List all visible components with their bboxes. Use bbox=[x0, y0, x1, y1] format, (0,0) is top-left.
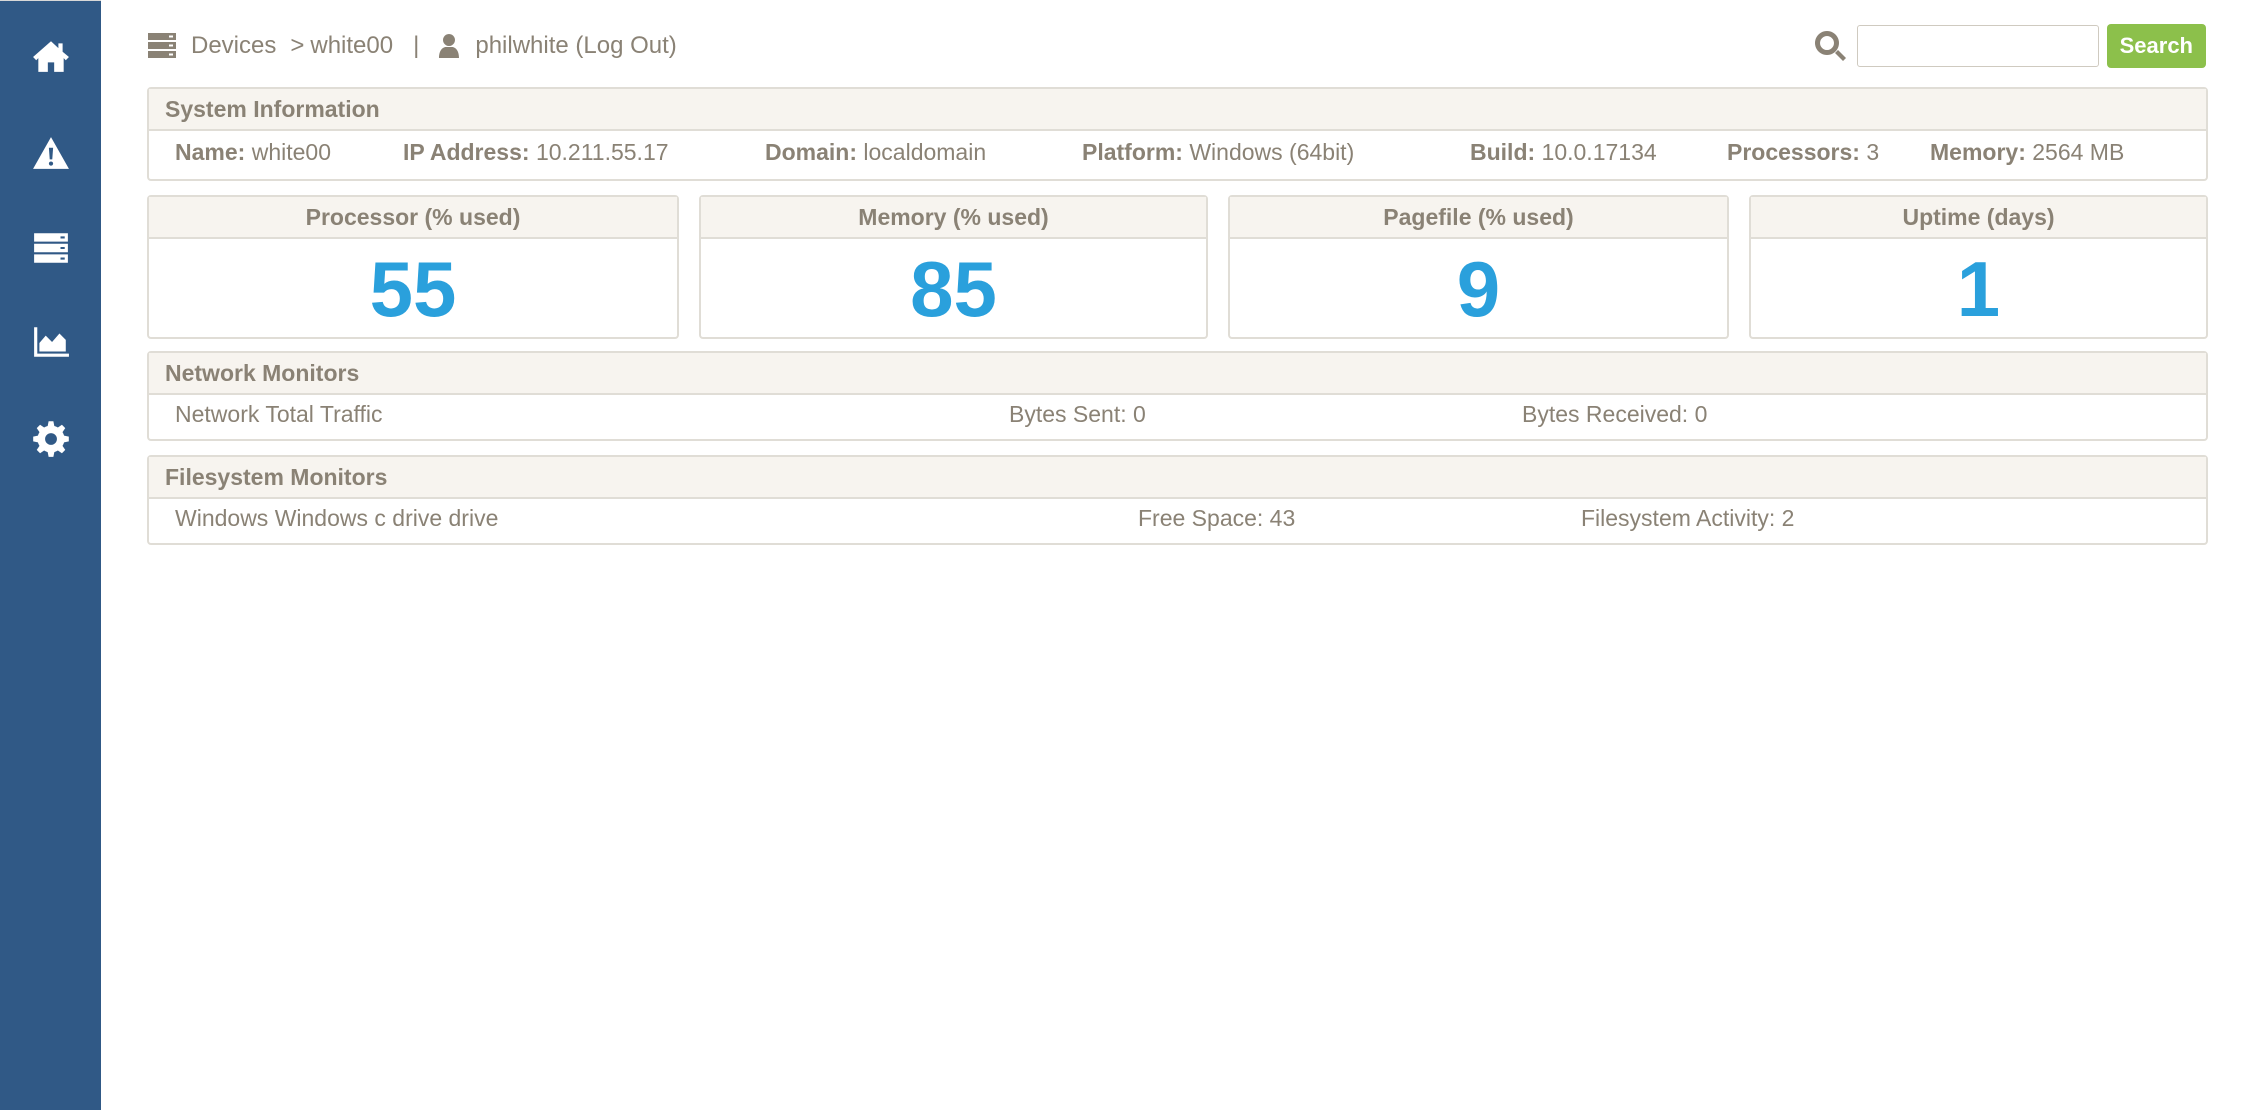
user-icon bbox=[437, 33, 461, 59]
network-bytes-sent: Bytes Sent: 0 bbox=[1009, 401, 1146, 427]
nav-settings[interactable] bbox=[0, 404, 101, 474]
system-ip-address: IP Address: 10.211.55.17 bbox=[403, 139, 669, 165]
sidebar bbox=[0, 0, 101, 1110]
processor-value: 55 bbox=[369, 245, 457, 333]
nav-devices[interactable] bbox=[0, 213, 101, 283]
pagefile-card: Pagefile (% used) 9 bbox=[1228, 195, 1729, 339]
nav-alerts[interactable] bbox=[0, 118, 101, 188]
filesystem-activity: Filesystem Activity: 2 bbox=[1581, 505, 1795, 531]
network-monitors-panel: Network Monitors Network Total Traffic B… bbox=[147, 351, 2208, 441]
nav-home[interactable] bbox=[0, 21, 101, 91]
network-monitor-row[interactable]: Network Total Traffic Bytes Sent: 0 Byte… bbox=[149, 395, 2206, 439]
breadcrumb-devices-link[interactable]: Devices bbox=[191, 32, 276, 60]
gear-icon bbox=[32, 421, 69, 457]
search-input[interactable] bbox=[1856, 25, 2099, 67]
system-information-body: Name: white00 IP Address: 10.211.55.17 D… bbox=[149, 131, 2206, 175]
uptime-value: 1 bbox=[1956, 245, 2001, 333]
system-platform: Platform: Windows (64bit) bbox=[1082, 139, 1355, 165]
system-name: Name: white00 bbox=[175, 139, 331, 165]
breadcrumb-device: white00 bbox=[310, 32, 394, 59]
search-icon bbox=[1813, 29, 1847, 63]
network-monitor-name: Network Total Traffic bbox=[175, 401, 383, 427]
alert-icon bbox=[32, 137, 69, 169]
memory-card: Memory (% used) 85 bbox=[699, 195, 1208, 339]
filesystem-monitors-title: Filesystem Monitors bbox=[149, 457, 2206, 499]
system-memory: Memory: 2564 MB bbox=[1930, 139, 2125, 165]
server-icon bbox=[147, 32, 177, 60]
filesystem-monitor-row[interactable]: Windows Windows c drive drive Free Space… bbox=[149, 499, 2206, 543]
uptime-card: Uptime (days) 1 bbox=[1749, 195, 2208, 339]
breadcrumb-separator: > bbox=[290, 32, 305, 59]
system-information-panel: System Information Name: white00 IP Addr… bbox=[147, 87, 2208, 181]
chart-icon bbox=[33, 327, 69, 357]
memory-card-title: Memory (% used) bbox=[701, 197, 1206, 239]
network-monitors-title: Network Monitors bbox=[149, 353, 2206, 395]
nav-reports[interactable] bbox=[0, 307, 101, 377]
breadcrumb-divider: | bbox=[413, 32, 420, 59]
uptime-card-title: Uptime (days) bbox=[1751, 197, 2206, 239]
pagefile-value: 9 bbox=[1456, 245, 1501, 333]
search-bar: Search bbox=[1813, 24, 2206, 68]
system-processors: Processors: 3 bbox=[1727, 139, 1880, 165]
pagefile-card-title: Pagefile (% used) bbox=[1230, 197, 1727, 239]
filesystem-free-space: Free Space: 43 bbox=[1138, 505, 1296, 531]
processor-card-title: Processor (% used) bbox=[149, 197, 677, 239]
processor-card: Processor (% used) 55 bbox=[147, 195, 679, 339]
filesystem-monitor-name: Windows Windows c drive drive bbox=[175, 505, 499, 531]
user-logout-link[interactable]: philwhite (Log Out) bbox=[475, 32, 676, 60]
system-information-title: System Information bbox=[149, 89, 2206, 131]
memory-value: 85 bbox=[910, 245, 997, 333]
home-icon bbox=[32, 41, 69, 72]
server-icon bbox=[33, 233, 68, 263]
network-bytes-received: Bytes Received: 0 bbox=[1522, 401, 1708, 427]
system-build: Build: 10.0.17134 bbox=[1470, 139, 1657, 165]
filesystem-monitors-panel: Filesystem Monitors Windows Windows c dr… bbox=[147, 455, 2208, 545]
system-domain: Domain: localdomain bbox=[765, 139, 987, 165]
search-button[interactable]: Search bbox=[2106, 24, 2206, 68]
